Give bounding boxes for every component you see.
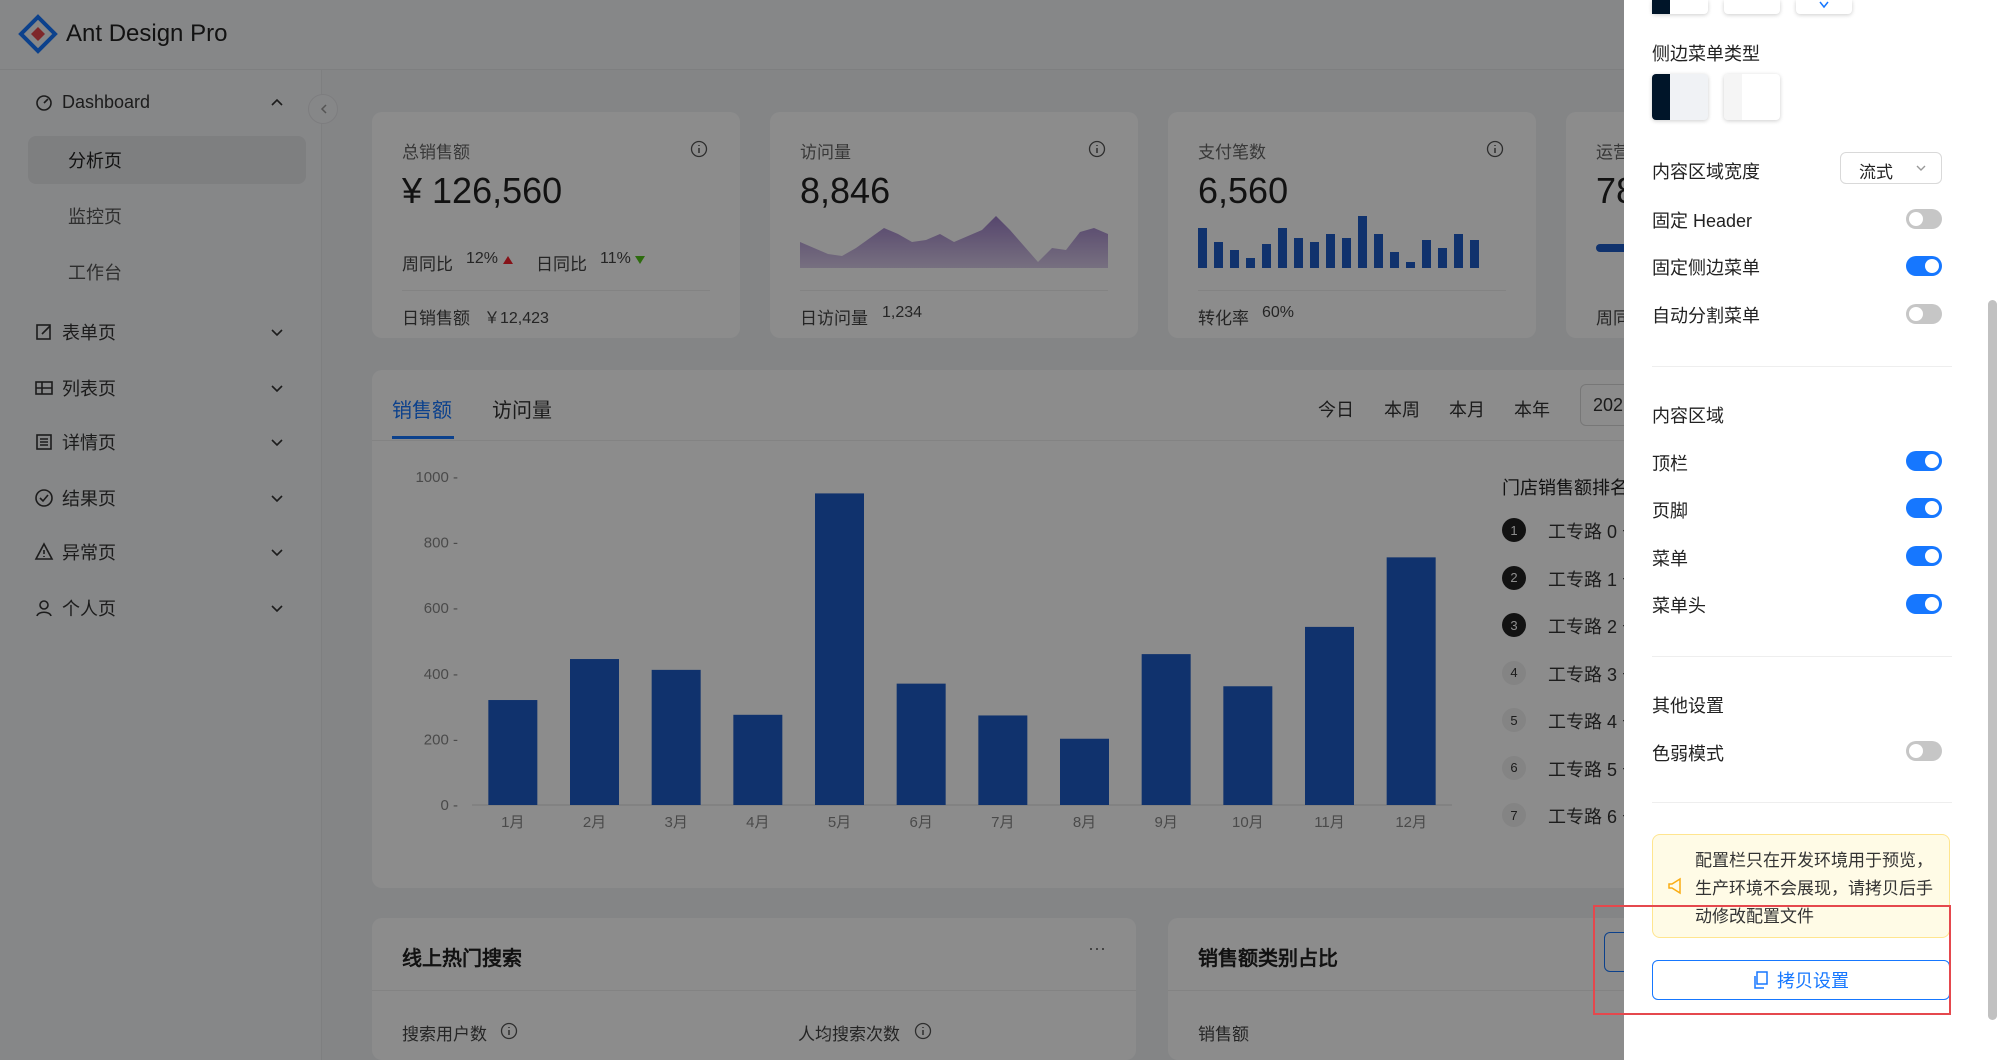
drawer-mask[interactable]	[0, 0, 1624, 1060]
theme-thumb-realdark[interactable]	[1796, 0, 1852, 14]
content-area-heading: 内容区域	[1652, 406, 1724, 426]
auto-split-menu-label: 自动分割菜单	[1652, 306, 1760, 326]
fixed-header-switch[interactable]	[1906, 209, 1942, 229]
content-width-value: 流式	[1859, 163, 1893, 182]
content-width-label: 内容区域宽度	[1652, 162, 1760, 182]
fixed-header-label: 固定 Header	[1652, 211, 1753, 231]
side-menu-type-group[interactable]	[1724, 74, 1780, 120]
fixed-side-menu-label: 固定侧边菜单	[1652, 258, 1760, 278]
side-menu-type-inline[interactable]	[1652, 74, 1708, 120]
drawer-divider	[1652, 366, 1952, 367]
footer-label: 页脚	[1652, 501, 1688, 521]
auto-split-menu-switch[interactable]	[1906, 304, 1942, 324]
top-bar-label: 顶栏	[1652, 454, 1688, 474]
menu-header-label: 菜单头	[1652, 596, 1706, 616]
menu-label: 菜单	[1652, 549, 1688, 569]
drawer-scrollbar-thumb[interactable]	[1988, 300, 1997, 1020]
side-menu-type-label: 侧边菜单类型	[1652, 44, 1760, 64]
fixed-side-menu-switch[interactable]	[1906, 256, 1942, 276]
check-icon	[1819, 1, 1829, 9]
drawer-divider	[1652, 656, 1952, 657]
highlight-box	[1593, 905, 1951, 1015]
footer-switch[interactable]	[1906, 498, 1942, 518]
notification-icon	[1668, 877, 1681, 895]
chevron-down-icon	[1916, 165, 1926, 171]
theme-thumb-dark[interactable]	[1652, 0, 1708, 14]
menu-switch[interactable]	[1906, 546, 1942, 566]
top-bar-switch[interactable]	[1906, 451, 1942, 471]
theme-thumb-light[interactable]	[1724, 0, 1780, 14]
color-weak-label: 色弱模式	[1652, 744, 1724, 764]
color-weak-switch[interactable]	[1906, 741, 1942, 761]
drawer-divider	[1652, 802, 1952, 803]
menu-header-switch[interactable]	[1906, 594, 1942, 614]
content-width-select[interactable]: 流式	[1840, 152, 1942, 184]
other-settings-heading: 其他设置	[1652, 696, 1724, 716]
